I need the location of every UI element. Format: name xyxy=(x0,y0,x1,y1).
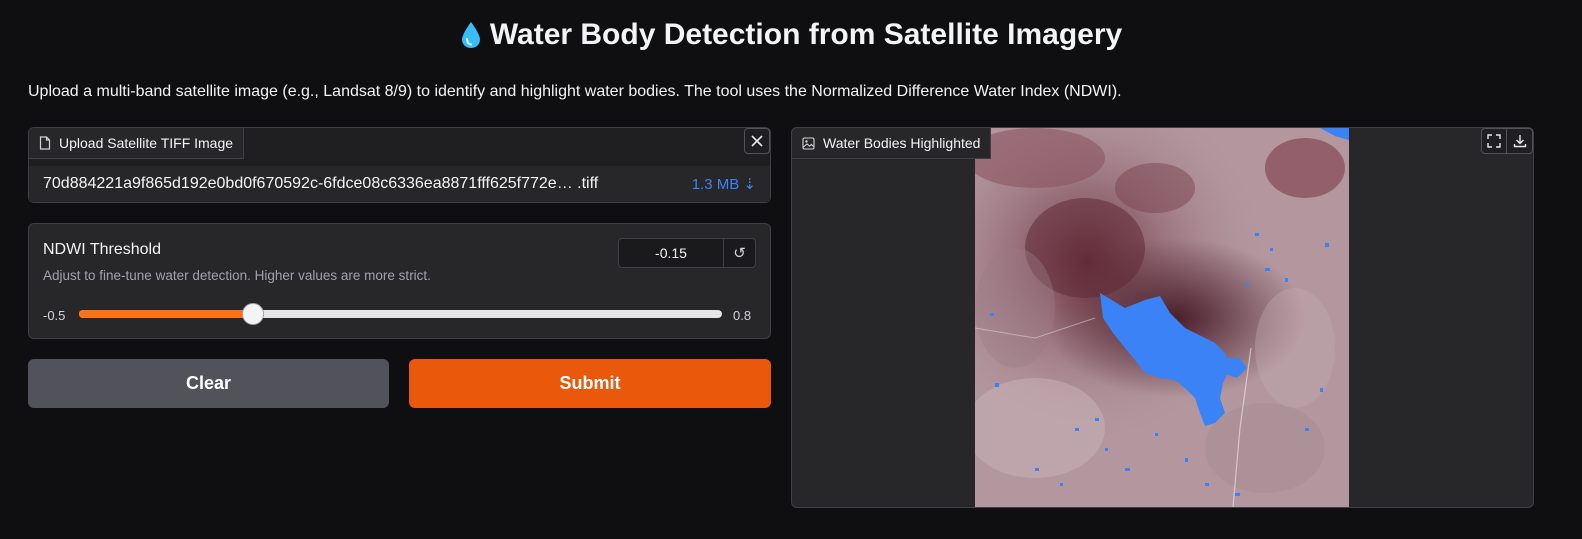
slider-max-label: 0.8 xyxy=(733,308,752,323)
file-size: 1.3 MB xyxy=(691,176,740,193)
file-icon xyxy=(39,136,51,150)
submit-button[interactable]: Submit xyxy=(409,359,771,408)
image-icon xyxy=(802,136,815,150)
slider-min-label: -0.5 xyxy=(43,308,66,323)
satellite-result-image xyxy=(975,128,1349,507)
ndwi-threshold-panel: NDWI Threshold Adjust to fine-tune water… xyxy=(28,223,771,339)
close-icon[interactable] xyxy=(744,128,770,154)
page-title-row: Water Body Detection from Satellite Imag… xyxy=(0,18,1582,52)
slider-thumb[interactable] xyxy=(241,303,264,325)
upload-label: Upload Satellite TIFF Image xyxy=(29,128,245,159)
file-name: 70d884221a9f865d192e0bd0f670592c-6fdce08… xyxy=(43,175,599,192)
slider-fill xyxy=(79,310,253,318)
uploaded-file-row: 70d884221a9f865d192e0bd0f670592c-6fdce08… xyxy=(29,166,770,202)
slider-info: Adjust to fine-tune water detection. Hig… xyxy=(43,268,431,283)
file-upload-panel[interactable]: Upload Satellite TIFF Image 70d884221a9f… xyxy=(28,127,771,203)
clear-button[interactable]: Clear xyxy=(28,359,389,408)
reset-icon[interactable]: ↺ xyxy=(723,238,756,268)
output-image-panel: Water Bodies Highlighted xyxy=(791,127,1534,508)
output-label-text: Water Bodies Highlighted xyxy=(823,135,981,151)
page-description: Upload a multi-band satellite image (e.g… xyxy=(28,83,1122,100)
image-toolbar xyxy=(1481,128,1533,154)
fullscreen-icon[interactable] xyxy=(1481,128,1507,154)
threshold-slider[interactable] xyxy=(79,303,722,325)
slider-label: NDWI Threshold xyxy=(43,241,161,258)
download-arrow-icon: ⇣ xyxy=(739,176,756,193)
file-size-download-link[interactable]: 1.3 MB ⇣ xyxy=(692,175,756,193)
output-label: Water Bodies Highlighted xyxy=(792,128,992,159)
upload-label-text: Upload Satellite TIFF Image xyxy=(59,135,234,151)
water-drop-icon xyxy=(461,22,480,48)
page-title: Water Body Detection from Satellite Imag… xyxy=(489,18,1123,51)
download-icon[interactable] xyxy=(1507,128,1533,154)
threshold-number-input[interactable]: -0.15 xyxy=(618,238,724,268)
